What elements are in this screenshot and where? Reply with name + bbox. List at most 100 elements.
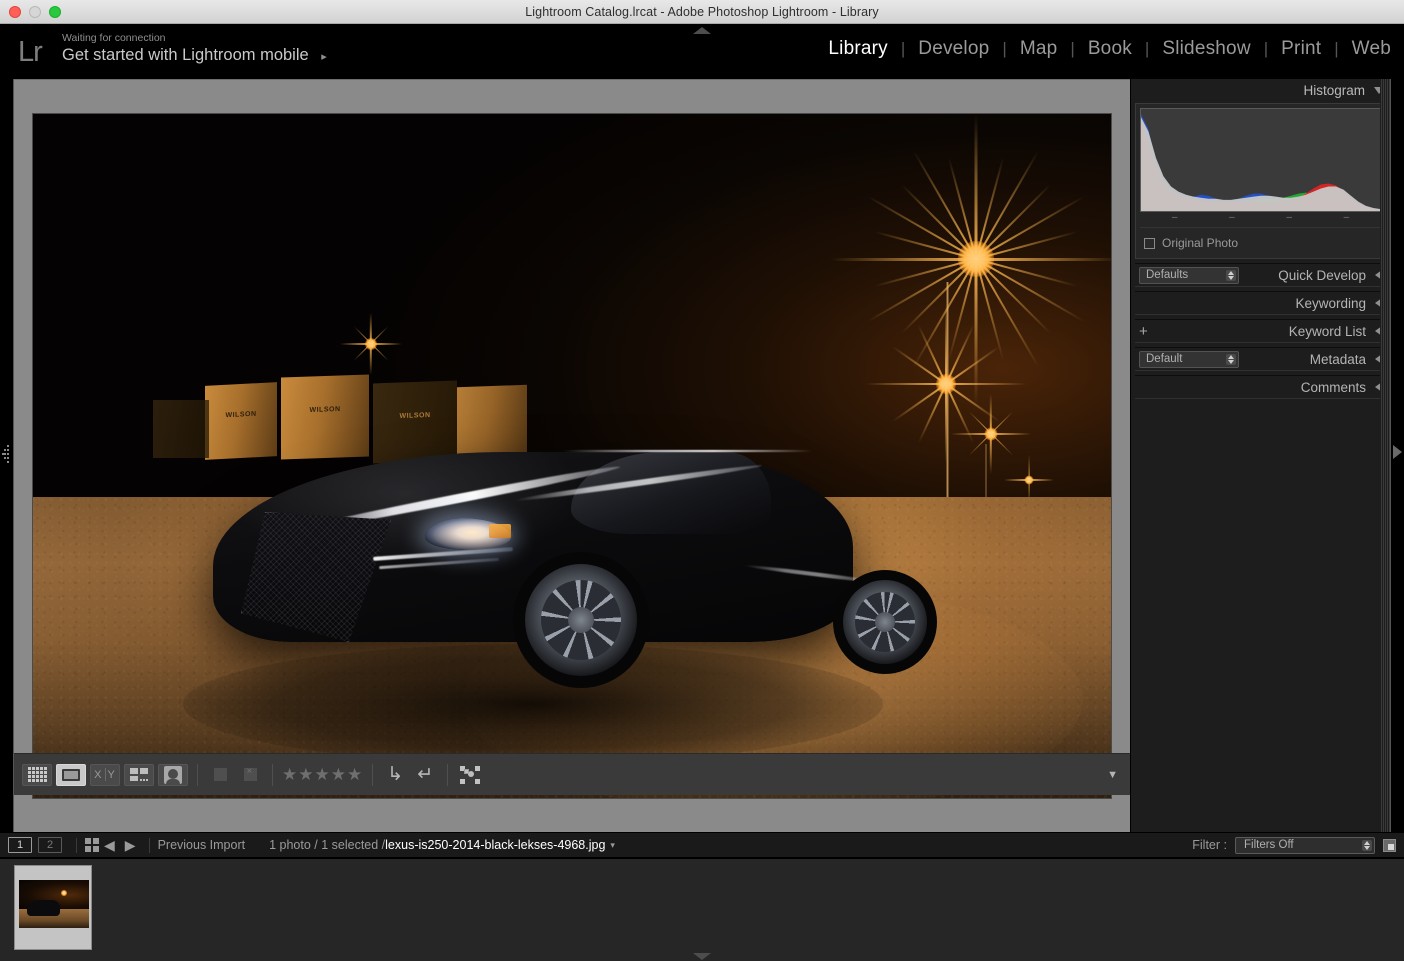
stepper-icon[interactable] — [1362, 839, 1372, 851]
window-title: Lightroom Catalog.lrcat - Adobe Photosho… — [525, 4, 879, 19]
rotate-group: ↳ ↵ — [382, 764, 438, 786]
module-book[interactable]: Book — [1075, 38, 1145, 60]
original-photo-row[interactable]: Original Photo — [1140, 227, 1381, 254]
top-panel-toggle[interactable] — [691, 24, 713, 36]
histogram-series-luminance — [1141, 117, 1380, 211]
module-picker[interactable]: Library | Develop | Map | Book | Slidesh… — [815, 38, 1404, 60]
histogram-tick: – — [1286, 212, 1292, 223]
grid-view-icon[interactable] — [85, 838, 99, 852]
chevron-down-icon — [693, 952, 711, 960]
keywording-title: Keywording — [1295, 295, 1366, 311]
pick-flag-button[interactable] — [207, 764, 233, 786]
car-rear-wheel — [843, 580, 927, 664]
reject-flag-button[interactable] — [237, 764, 263, 786]
right-panel-scrollbar[interactable] — [1380, 79, 1390, 832]
identity-plate[interactable]: Lr Waiting for connection Get started wi… — [18, 32, 327, 67]
toolbar-options-caret[interactable]: ▼ — [1107, 769, 1122, 781]
flag-group — [207, 764, 263, 786]
source-label[interactable]: Previous Import — [158, 838, 246, 852]
thumbnail-image — [19, 880, 89, 928]
module-web[interactable]: Web — [1339, 38, 1404, 60]
view-mode-group: X Y — [22, 763, 188, 786]
module-map[interactable]: Map — [1007, 38, 1071, 60]
chevron-left-icon — [2, 445, 10, 465]
filter-toggle-button[interactable] — [1383, 838, 1396, 852]
histogram-tick: – — [1229, 212, 1235, 223]
histogram-svg — [1141, 114, 1380, 211]
add-keyword-icon[interactable]: + — [1139, 324, 1148, 339]
screen-2-button[interactable]: 2 — [38, 837, 62, 853]
photo-image: WILSON WILSON WILSON — [33, 114, 1111, 798]
filter-controls: Filter : Filters Off — [1192, 836, 1396, 854]
back-arrow-icon[interactable]: ◀ — [99, 837, 120, 854]
original-photo-checkbox[interactable] — [1144, 237, 1155, 249]
quick-develop-preset-value: Defaults — [1146, 269, 1189, 281]
current-filename[interactable]: lexus-is250-2014-black-lekses-4968.jpg — [385, 838, 605, 852]
loupe-view-canvas[interactable]: WILSON WILSON WILSON — [14, 79, 1130, 832]
toolbar-divider — [447, 763, 449, 786]
quick-develop-preset-select[interactable]: Defaults — [1139, 266, 1239, 284]
rotate-left-icon: ↵ — [417, 764, 434, 785]
histogram-tick: – — [1343, 212, 1350, 223]
filename-caret-icon[interactable]: ▾ — [605, 840, 615, 851]
rotate-right-button[interactable]: ↳ — [382, 764, 408, 786]
quick-develop-title: Quick Develop — [1278, 267, 1366, 283]
keywording-header[interactable]: Keywording — [1135, 291, 1386, 315]
headlight-beam — [433, 520, 513, 550]
rating-stars[interactable]: ★★★★★ — [282, 765, 363, 785]
filmstrip[interactable] — [0, 858, 1404, 961]
keyword-list-title: Keyword List — [1288, 323, 1366, 339]
histogram-title: Histogram — [1303, 82, 1365, 98]
people-view-button[interactable] — [158, 763, 188, 786]
chevron-up-icon — [693, 26, 711, 34]
bottom-panel-toggle[interactable] — [691, 951, 713, 961]
mobile-cta-label: Get started with Lightroom mobile — [62, 46, 309, 64]
flag-reject-icon — [243, 766, 257, 781]
compare-view-button[interactable]: X Y — [90, 763, 120, 786]
content-area: WILSON WILSON WILSON Histogram – – – – O… — [0, 79, 1404, 874]
stepper-icon[interactable] — [1226, 353, 1236, 365]
compare-y-label: Y — [107, 768, 116, 781]
connection-status: Waiting for connection — [62, 32, 166, 44]
filter-select[interactable]: Filters Off — [1235, 836, 1375, 854]
metadata-preset-select[interactable]: Default — [1139, 350, 1239, 368]
bar-divider — [76, 837, 77, 853]
stepper-icon[interactable] — [1226, 269, 1236, 281]
keyword-list-header[interactable]: + Keyword List — [1135, 319, 1386, 343]
forward-arrow-icon[interactable]: ▶ — [120, 837, 141, 854]
lightroom-window: Lightroom Catalog.lrcat - Adobe Photosho… — [0, 0, 1404, 961]
histogram-panel: – – – – Original Photo — [1135, 103, 1386, 259]
photo-frame: WILSON WILSON WILSON — [33, 114, 1111, 798]
toolbar-divider — [372, 763, 374, 786]
mobile-cta[interactable]: Get started with Lightroom mobile ▸ — [62, 45, 327, 67]
metadata-header[interactable]: Default Metadata — [1135, 347, 1386, 371]
module-library[interactable]: Library — [815, 38, 900, 60]
chevron-right-icon — [1393, 445, 1402, 459]
module-develop[interactable]: Develop — [905, 38, 1002, 60]
grid-view-button[interactable] — [22, 763, 52, 786]
wheel-hub — [568, 607, 594, 633]
compare-icon: X Y — [94, 768, 116, 781]
car-front-wheel — [525, 564, 637, 676]
rotate-left-button[interactable]: ↵ — [412, 764, 438, 786]
filmstrip-thumbnail[interactable] — [14, 865, 92, 950]
spray-can-icon — [460, 765, 481, 784]
screen-1-button[interactable]: 1 — [8, 837, 32, 853]
rotate-right-icon: ↳ — [387, 764, 404, 785]
module-print[interactable]: Print — [1268, 38, 1334, 60]
app-header: Lr Waiting for connection Get started wi… — [0, 24, 1404, 79]
histogram-header[interactable]: Histogram — [1131, 79, 1390, 101]
right-panel-toggle[interactable] — [1390, 79, 1404, 832]
loupe-view-button[interactable] — [56, 763, 86, 786]
survey-view-button[interactable] — [124, 763, 154, 786]
left-panel-toggle[interactable] — [0, 79, 14, 832]
car-lexus — [183, 394, 937, 694]
original-photo-label: Original Photo — [1162, 236, 1239, 250]
quick-develop-header[interactable]: Defaults Quick Develop — [1135, 263, 1386, 287]
lightroom-logo: Lr — [18, 36, 43, 68]
wheel-hub — [875, 612, 895, 632]
module-slideshow[interactable]: Slideshow — [1149, 38, 1263, 60]
histogram-plot[interactable] — [1140, 108, 1381, 212]
comments-header[interactable]: Comments — [1135, 375, 1386, 399]
spray-tool-button[interactable] — [457, 764, 483, 786]
